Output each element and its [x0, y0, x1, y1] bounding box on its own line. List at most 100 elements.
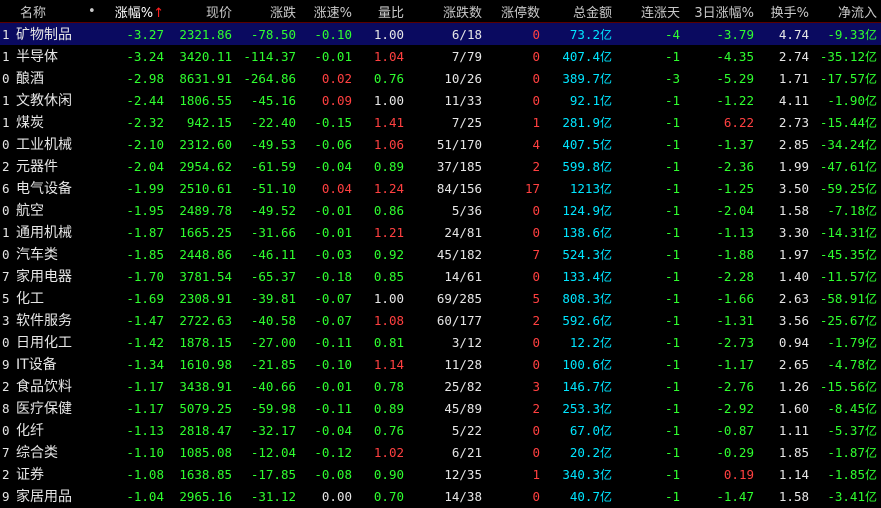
unit-label: 亿 [599, 313, 612, 328]
speed-value-cell: -0.18 [300, 265, 356, 287]
change-value-cell: -78.50 [236, 23, 300, 46]
unit-label: 亿 [864, 269, 877, 284]
table-row[interactable]: 3 软件服务 -1.47 2722.63 -40.58 -0.07 1.08 60/177 2 5… [0, 309, 881, 331]
table-row[interactable]: 5 化工 -1.69 2308.91 -39.81 -0.07 1.00 69/285 5 808… [0, 287, 881, 309]
table-row[interactable]: 1 文教休闲 -2.44 1806.55 -45.16 0.09 1.00 11/33 0 92.… [0, 89, 881, 111]
speed-value-cell: -0.04 [300, 155, 356, 177]
table-row[interactable]: 1 矿物制品 -3.27 2321.86 -78.50 -0.10 1.00 6/18 0 73.… [0, 22, 881, 46]
up-down-count-value-cell: 69/285 [408, 287, 486, 309]
change-pct-value-cell: -1.04 [100, 485, 168, 507]
change-pct-value: -1.47 [126, 312, 164, 328]
unit-label: 亿 [864, 445, 877, 460]
up-down-count-header[interactable]: 涨跌数 [408, 0, 486, 23]
consecutive-days-header[interactable]: 连涨天 [616, 0, 684, 23]
net-inflow-value: -58.91 [819, 290, 865, 306]
change-value-cell: -49.53 [236, 133, 300, 155]
price-value-cell: 1665.25 [168, 221, 236, 243]
total-amount-value: 12.2 [569, 334, 600, 350]
net-inflow-value: -1.79 [827, 334, 865, 350]
consecutive-days-value-cell: -1 [616, 309, 684, 331]
turnover-value-cell: 0.94 [758, 331, 813, 353]
total-amount-header[interactable]: 总金额 [544, 0, 616, 23]
total-amount-value: 808.3 [562, 290, 600, 306]
up-down-count-value-cell: 60/177 [408, 309, 486, 331]
table-row[interactable]: 0 航空 -1.95 2489.78 -49.52 -0.01 0.86 5/36 0 124.9… [0, 199, 881, 221]
turnover-value: 1.58 [778, 202, 809, 218]
turnover-header[interactable]: 换手% [758, 0, 813, 23]
table-row[interactable]: 2 食品饮料 -1.17 3438.91 -40.66 -0.01 0.78 25/82 3 14… [0, 375, 881, 397]
speed-header[interactable]: 涨速% [300, 0, 356, 23]
turnover-value: 2.74 [778, 48, 809, 64]
limit-up-value-cell: 0 [486, 23, 544, 46]
consecutive-days-value: -1 [664, 444, 680, 460]
sector-name-cell: 酿酒 [16, 67, 100, 89]
table-row[interactable]: 0 汽车类 -1.85 2448.86 -46.11 -0.03 0.92 45/182 7 52… [0, 243, 881, 265]
limit-up-value: 0 [532, 488, 540, 504]
table-row[interactable]: 9 IT设备 -1.34 1610.98 -21.85 -0.10 1.14 11/28 0 10… [0, 353, 881, 375]
table-row[interactable]: 6 电气设备 -1.99 2510.61 -51.10 0.04 1.24 84/156 17 1… [0, 177, 881, 199]
three-day-change-header[interactable]: 3日涨幅% [684, 0, 758, 23]
consecutive-days-value-cell: -1 [616, 375, 684, 397]
sector-name-cell: 软件服务 [16, 309, 100, 331]
unit-label: 亿 [864, 467, 877, 482]
consecutive-days-value: -1 [664, 136, 680, 152]
row-index-cell: 1 [0, 45, 16, 67]
net-inflow-value-cell: -3.41亿 [813, 485, 881, 507]
turnover-value: 2.73 [778, 114, 809, 130]
table-row[interactable]: 0 化纤 -1.13 2818.47 -32.17 -0.04 0.76 5/22 0 67.0亿… [0, 419, 881, 441]
up-down-count-value-cell: 37/185 [408, 155, 486, 177]
table-row[interactable]: 7 综合类 -1.10 1085.08 -12.04 -0.12 1.02 6/21 0 20.2… [0, 441, 881, 463]
table-row[interactable]: 9 家居用品 -1.04 2965.16 -31.12 0.00 0.70 14/38 0 40.… [0, 485, 881, 507]
price-header[interactable]: 现价 [168, 0, 236, 23]
change-pct-header[interactable]: 涨幅%↑ [100, 0, 168, 23]
speed-value-cell: -0.04 [300, 419, 356, 441]
speed-value: 0.02 [321, 70, 352, 86]
volume-ratio-header[interactable]: 量比 [356, 0, 408, 23]
table-row[interactable]: 0 酿酒 -2.98 8631.91 -264.86 0.02 0.76 10/26 0 389.… [0, 67, 881, 89]
net-inflow-value: -1.90 [827, 92, 865, 108]
limit-up-value: 0 [532, 224, 540, 240]
net-inflow-value-cell: -17.57亿 [813, 67, 881, 89]
row-index: 0 [2, 422, 10, 438]
total-amount-value-cell: 20.2亿 [544, 441, 616, 463]
table-row[interactable]: 1 通用机械 -1.87 1665.25 -31.66 -0.01 1.21 24/81 0 13… [0, 221, 881, 243]
table-row[interactable]: 2 证券 -1.08 1638.85 -17.85 -0.08 0.90 12/35 1 340.… [0, 463, 881, 485]
sector-name: 电气设备 [16, 181, 72, 197]
volume-ratio-value-cell: 0.76 [356, 419, 408, 441]
table-row[interactable]: 8 医疗保健 -1.17 5079.25 -59.98 -0.11 0.89 45/89 2 25… [0, 397, 881, 419]
three-day-change-value: -2.92 [716, 400, 754, 416]
net-inflow-value-cell: -35.12亿 [813, 45, 881, 67]
table-row[interactable]: 1 煤炭 -2.32 942.15 -22.40 -0.15 1.41 7/25 1 281.9亿… [0, 111, 881, 133]
row-index-cell: 3 [0, 309, 16, 331]
net-inflow-header[interactable]: 净流入 [813, 0, 881, 23]
limit-up-value-cell: 0 [486, 45, 544, 67]
table-row[interactable]: 2 元器件 -2.04 2954.62 -61.59 -0.04 0.89 37/185 2 59… [0, 155, 881, 177]
total-amount-value-cell: 524.3亿 [544, 243, 616, 265]
speed-value: 0.00 [321, 488, 352, 504]
limit-up-value-cell: 1 [486, 111, 544, 133]
change-pct-value-cell: -1.99 [100, 177, 168, 199]
volume-ratio-value: 0.89 [373, 400, 404, 416]
price-value: 2722.63 [179, 312, 232, 328]
total-amount-value-cell: 253.3亿 [544, 397, 616, 419]
table-row[interactable]: 7 家用电器 -1.70 3781.54 -65.37 -0.18 0.85 14/61 0 13… [0, 265, 881, 287]
three-day-change-value-cell: -1.66 [684, 287, 758, 309]
sector-name-cell: 医疗保健 [16, 397, 100, 419]
table-row[interactable]: 1 半导体 -3.24 3420.11 -114.37 -0.01 1.04 7/79 0 407… [0, 45, 881, 67]
table-row[interactable]: 0 日用化工 -1.42 1878.15 -27.00 -0.11 0.81 3/12 0 12.… [0, 331, 881, 353]
name-header[interactable]: 名称 [16, 0, 88, 23]
volume-ratio-value-cell: 1.21 [356, 221, 408, 243]
unit-label: 亿 [599, 225, 612, 240]
change-value-cell: -114.37 [236, 45, 300, 67]
price-value-cell: 2448.86 [168, 243, 236, 265]
row-index: 0 [2, 246, 10, 262]
row-index-cell: 7 [0, 265, 16, 287]
limit-up-header[interactable]: 涨停数 [486, 0, 544, 23]
change-header[interactable]: 涨跌 [236, 0, 300, 23]
sector-name-cell: 文教休闲 [16, 89, 100, 111]
up-down-count-value-cell: 7/25 [408, 111, 486, 133]
net-inflow-value: -9.33 [827, 26, 865, 42]
table-row[interactable]: 0 工业机械 -2.10 2312.60 -49.53 -0.06 1.06 51/170 4 4… [0, 133, 881, 155]
turnover-value: 2.63 [778, 290, 809, 306]
price-value: 2818.47 [179, 422, 232, 438]
